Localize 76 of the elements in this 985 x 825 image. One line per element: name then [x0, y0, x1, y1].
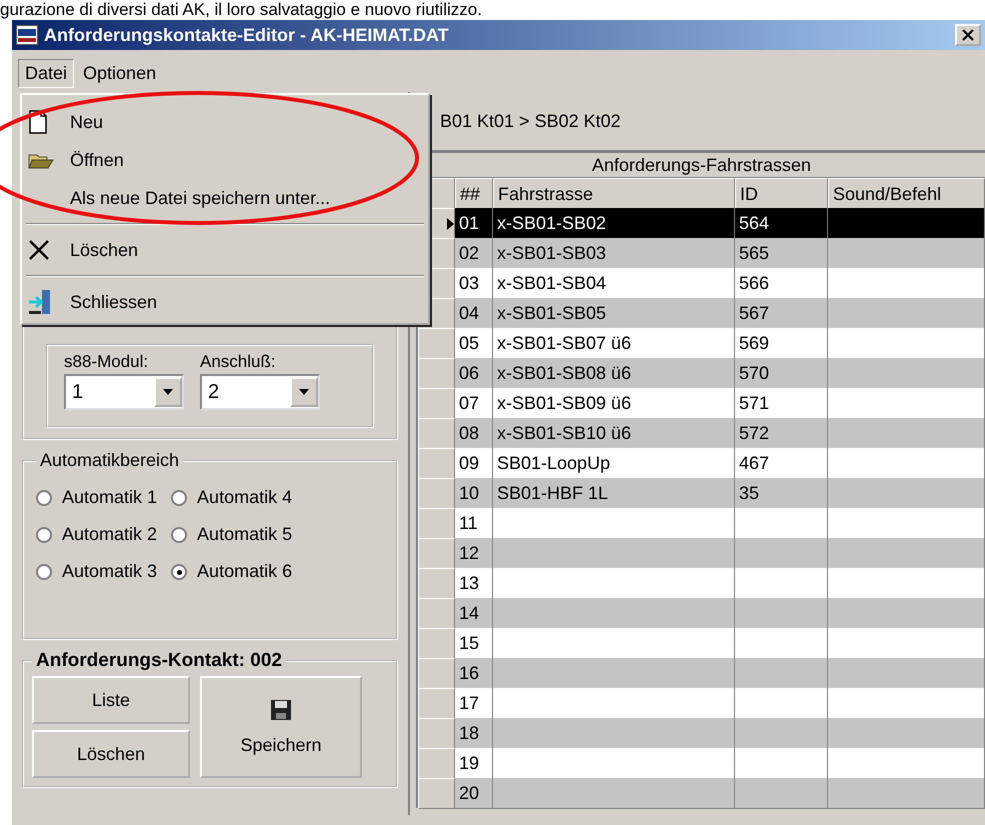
table-cell: 14	[455, 598, 493, 629]
action-button[interactable]: Liste	[32, 676, 190, 724]
dropdown-arrow-icon	[162, 388, 174, 396]
table-cell: 13	[455, 568, 493, 599]
table-cell: 18	[455, 718, 493, 749]
port-dropdown[interactable]: 2	[200, 374, 320, 410]
column-header[interactable]: ID	[735, 178, 828, 210]
table-cell: 02	[455, 238, 493, 269]
menu-item[interactable]: Löschen	[22, 231, 428, 269]
table-cell: 03	[455, 268, 493, 299]
route-text: B01 Kt01 > SB02 Kt02	[440, 110, 621, 132]
column-header[interactable]: Fahrstrasse	[493, 178, 735, 210]
table-cell: 569	[735, 328, 828, 359]
table-cell: 19	[455, 748, 493, 779]
table-cell: 20	[455, 778, 493, 809]
radio-option[interactable]: Automatik 3	[36, 561, 158, 582]
table-cell: 572	[735, 418, 828, 449]
window-title: Anforderungskontakte-Editor - AK-HEIMAT.DAT	[44, 24, 450, 46]
column-header[interactable]: Sound/Befehl	[828, 178, 985, 210]
table-cell: 467	[735, 448, 828, 479]
dropdown-arrow-icon	[298, 388, 310, 396]
table-cell: x-SB01-SB03	[493, 238, 735, 269]
table-cell: 567	[735, 298, 828, 329]
table-cell: x-SB01-SB02	[493, 208, 735, 239]
menu-item[interactable]: Neu	[22, 103, 428, 141]
table-cell: 09	[455, 448, 493, 479]
menu-item[interactable]: Datei	[18, 58, 74, 88]
close-icon	[961, 29, 975, 41]
table-cell: 06	[455, 358, 493, 389]
column-header[interactable]: ##	[455, 178, 493, 210]
table-cell: x-SB01-SB10 ü6	[493, 418, 735, 449]
group-title: Automatikbereich	[39, 450, 180, 471]
menu-item[interactable]: Schliessen	[22, 283, 428, 321]
action-button[interactable]: Löschen	[32, 730, 190, 778]
field-label: s88-Modul:	[64, 352, 150, 372]
radio-option[interactable]: Automatik 6	[171, 561, 292, 582]
table-cell: 01	[455, 208, 493, 239]
close-button[interactable]	[955, 24, 981, 46]
table-cell: 16	[455, 658, 493, 689]
table-cell: 570	[735, 358, 828, 389]
table-cell: 564	[735, 208, 828, 239]
table-cell: x-SB01-SB09 ü6	[493, 388, 735, 419]
table-cell: 571	[735, 388, 828, 419]
table-cell: x-SB01-SB07 ü6	[493, 328, 735, 359]
delete-x-icon	[28, 239, 50, 261]
radio-option[interactable]: Automatik 1	[36, 487, 158, 508]
table-cell: 12	[455, 538, 493, 569]
radio-option[interactable]: Automatik 2	[36, 524, 158, 545]
table-cell: x-SB01-SB04	[493, 268, 735, 299]
menu-item[interactable]: Optionen	[76, 58, 164, 88]
table-cell: 565	[735, 238, 828, 269]
table-cell: SB01-LoopUp	[493, 448, 735, 479]
table-cell: 05	[455, 328, 493, 359]
table-cell: 08	[455, 418, 493, 449]
row-pointer-icon	[447, 218, 454, 230]
save-button[interactable]: Speichern	[200, 676, 362, 778]
radio-option[interactable]: Automatik 5	[171, 524, 292, 545]
table-cell: 35	[735, 478, 828, 509]
caption-text: gurazione di diversi dati AK, il loro salvataggio e nuovo riutilizzo.	[0, 0, 483, 20]
table-cell: x-SB01-SB08 ü6	[493, 358, 735, 389]
table-cell: 11	[455, 508, 493, 539]
table-cell: 04	[455, 298, 493, 329]
table-cell: 10	[455, 478, 493, 509]
table-cell: 17	[455, 688, 493, 719]
field-label: Anschluß:	[200, 352, 277, 372]
module-dropdown[interactable]: 1	[64, 374, 184, 410]
table-cell: 07	[455, 388, 493, 419]
table-cell: x-SB01-SB05	[493, 298, 735, 329]
table-cell: 15	[455, 628, 493, 659]
app-icon	[16, 25, 38, 45]
table-cell: 566	[735, 268, 828, 299]
group-title: Anforderungs-Kontakt: 002	[35, 650, 283, 672]
menu-item[interactable]: Als neue Datei speichern unter...	[22, 179, 428, 217]
table-cell: SB01-HBF 1L	[493, 478, 735, 509]
exit-door-icon	[28, 289, 52, 315]
radio-option[interactable]: Automatik 4	[171, 487, 292, 508]
